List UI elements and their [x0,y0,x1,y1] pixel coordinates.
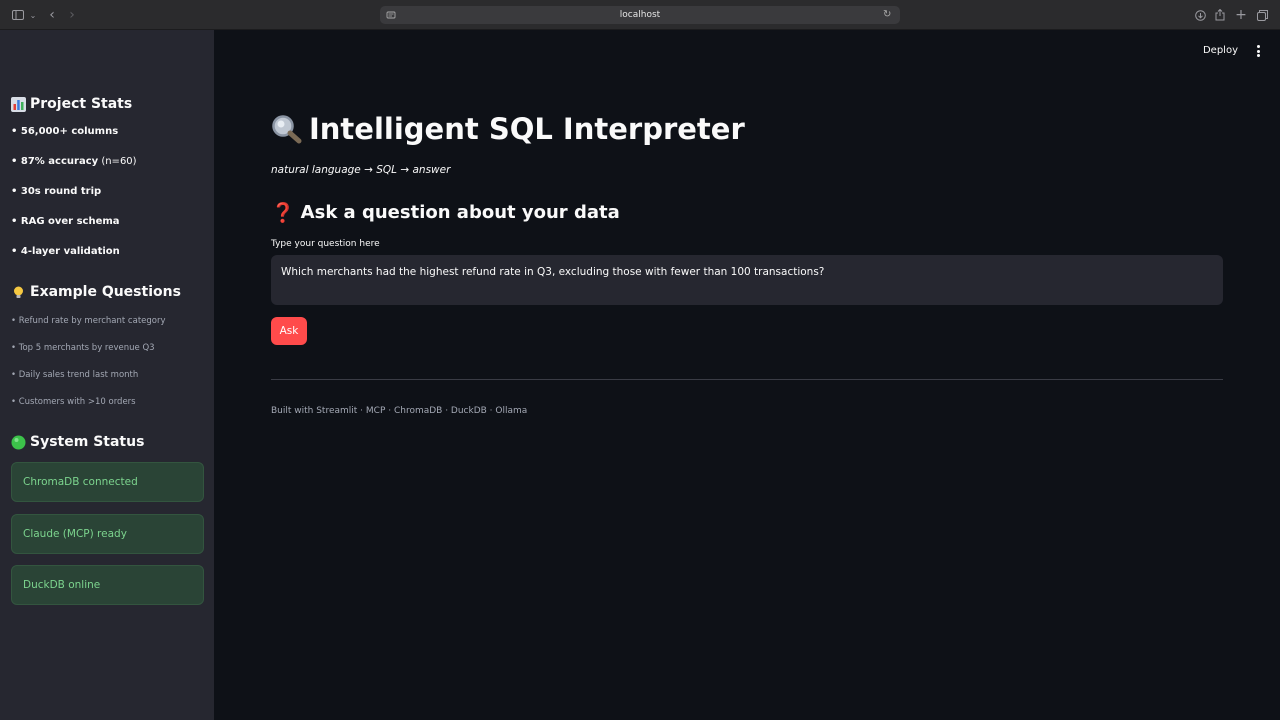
status-claude: Claude (MCP) ready [11,514,204,554]
deploy-button[interactable]: Deploy [1203,45,1238,56]
page-settings-icon[interactable] [386,10,396,20]
lightbulb-icon [14,286,23,298]
chevron-down-icon[interactable]: ⌄ [29,7,37,23]
example-question: • Daily sales trend last month [11,370,139,380]
example-questions-heading: Example Questions [11,284,181,300]
stat-rag: • RAG over schema [11,216,120,227]
system-status-heading: System Status [11,434,144,450]
address-bar[interactable]: localhost ↻ [380,6,900,24]
question-input-label: Type your question here [271,239,380,249]
bar-chart-icon [11,96,26,112]
stat-validation: • 4-layer validation [11,246,120,257]
example-question: • Refund rate by merchant category [11,316,166,326]
back-icon[interactable]: ‹ [47,7,57,23]
sidebar: Project Stats • 56,000+ columns • 87% ac… [0,30,214,720]
url-text: localhost [619,10,661,20]
more-options-icon[interactable] [1254,44,1262,58]
example-question: • Top 5 merchants by revenue Q3 [11,343,155,353]
example-question: • Customers with >10 orders [11,397,136,407]
status-duckdb: DuckDB online [11,565,204,605]
question-input[interactable]: Which merchants had the highest refund r… [271,255,1223,305]
stat-accuracy: • 87% accuracy (n=60) [11,156,137,167]
stat-round-trip: • 30s round trip [11,186,102,197]
share-icon[interactable] [1214,7,1226,23]
sidebar-toggle-icon[interactable] [12,7,24,23]
download-icon[interactable] [1194,7,1206,23]
section-title: ❓ Ask a question about your data [271,202,620,224]
tabs-overview-icon[interactable] [1256,7,1268,23]
green-circle-icon [11,435,26,449]
footer-text: Built with Streamlit · MCP · ChromaDB · … [271,406,528,416]
question-mark-icon: ❓ [271,202,295,224]
project-stats-heading: Project Stats [11,96,132,112]
stat-columns: • 56,000+ columns [11,126,119,137]
browser-toolbar: ⌄ ‹ › localhost ↻ + [0,0,1280,30]
page-subtitle: natural language → SQL → answer [271,164,451,176]
main-content: Deploy Intelligent SQL Interpreter natur… [214,30,1280,720]
divider [271,379,1223,380]
ask-button[interactable]: Ask [271,317,307,345]
forward-icon[interactable]: › [67,7,77,23]
status-chromadb: ChromaDB connected [11,462,204,502]
new-tab-icon[interactable]: + [1235,7,1247,23]
reload-icon[interactable]: ↻ [883,9,894,20]
magnifying-glass-icon [272,115,302,144]
page-title: Intelligent SQL Interpreter [271,112,745,146]
